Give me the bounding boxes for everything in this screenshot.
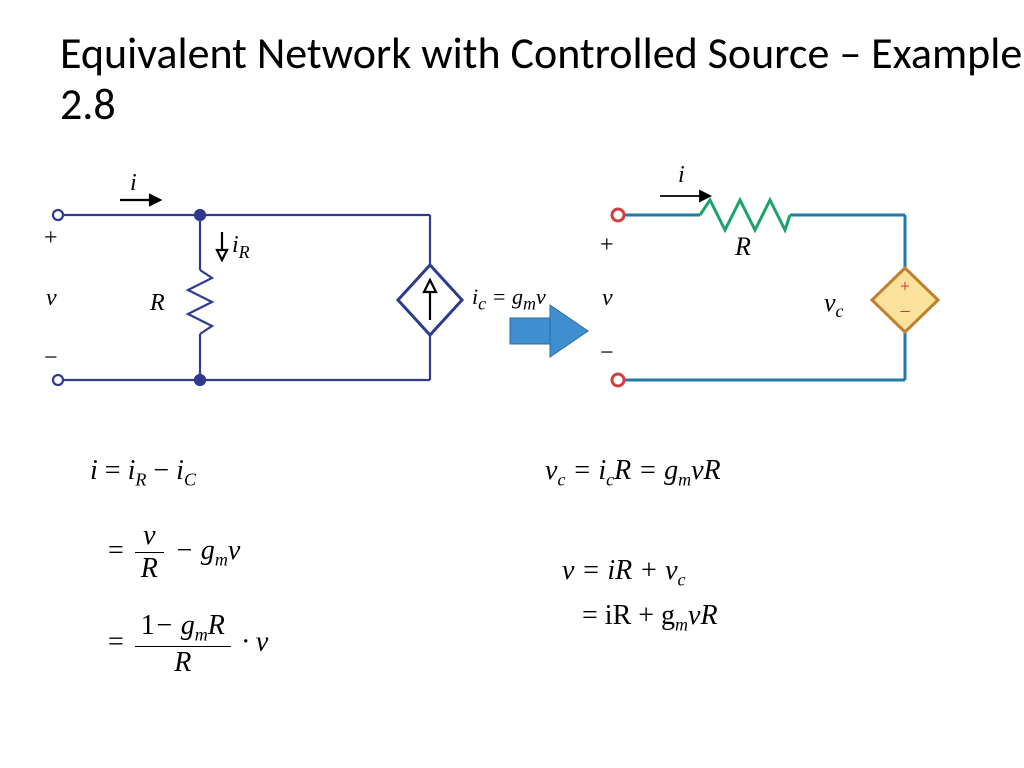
current-i-top-right: i bbox=[678, 162, 685, 189]
eq-vc: vc = icR = gmvR bbox=[545, 455, 721, 491]
resistor-R-right: R bbox=[735, 232, 751, 262]
eq-v-kvl-2: = iR + gmvR bbox=[582, 600, 718, 636]
eq-i-step3: = 1− gmR R · v bbox=[108, 610, 268, 679]
eq-i-kcl: i = iR − iC bbox=[90, 455, 196, 491]
svg-text:+: + bbox=[900, 276, 910, 296]
port-plus-right: + bbox=[600, 232, 614, 259]
vc-label-right: vc bbox=[824, 288, 844, 322]
eq-v-kvl-1: v = iR + vc bbox=[562, 555, 686, 591]
port-minus-right: − bbox=[600, 340, 614, 367]
eq-i-step2: = vR − gmv bbox=[108, 520, 240, 585]
port-v-right: v bbox=[602, 285, 613, 312]
svg-text:−: − bbox=[899, 301, 910, 323]
